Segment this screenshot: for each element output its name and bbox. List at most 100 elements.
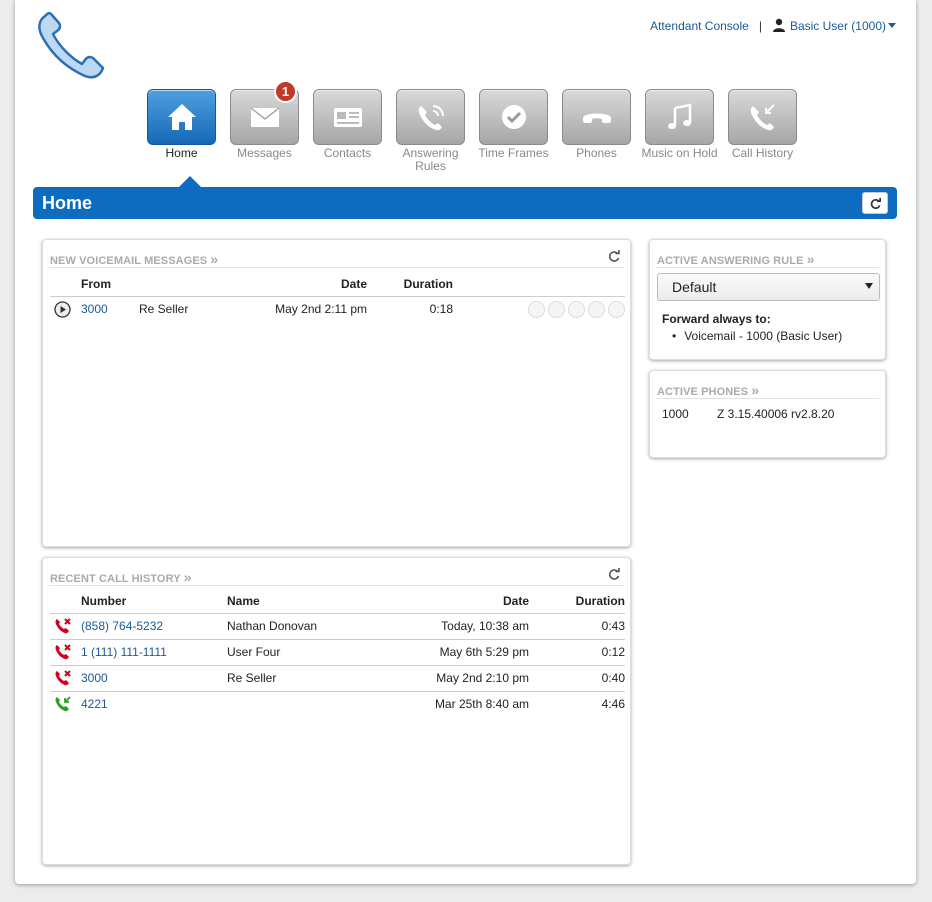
active-phones-title-text: ACTIVE PHONES — [657, 386, 749, 398]
voicemail-title-text: NEW VOICEMAIL MESSAGES — [50, 255, 208, 267]
user-label: Basic User (1000) — [789, 19, 886, 33]
phone-row: 1000 Z 3.15.40006 rv2.8.20 — [662, 407, 834, 421]
raquo-icon: » — [210, 251, 219, 267]
nav-phones[interactable]: Phones — [555, 89, 638, 173]
attendant-console-link[interactable]: Attendant Console — [650, 19, 749, 33]
forward-icon[interactable] — [548, 300, 565, 318]
call-number[interactable]: 4221 — [81, 697, 108, 711]
user-menu[interactable]: Basic User (1000) — [772, 18, 896, 33]
nav-call-history[interactable]: Call History — [721, 89, 804, 173]
phone-extension: 1000 — [662, 407, 689, 421]
nav-time-frames-label: Time Frames — [478, 146, 549, 160]
contact-card-icon — [333, 108, 362, 127]
call-name: Re Seller — [227, 664, 397, 691]
call-history-row[interactable]: (858) 764-5232 Nathan Donovan Today, 10:… — [50, 612, 625, 639]
nav-call-history-label: Call History — [731, 146, 794, 160]
call-history-row[interactable]: 1 (111) 111-1111 User Four May 6th 5:29 … — [50, 638, 625, 665]
nav-answering-rules-button[interactable] — [396, 89, 465, 145]
active-phones-panel: ACTIVE PHONES » 1000 Z 3.15.40006 rv2.8.… — [649, 370, 886, 458]
voicemail-duration: 0:18 — [367, 295, 453, 322]
voicemail-from-name: Re Seller — [139, 295, 239, 322]
missed-call-icon — [55, 644, 71, 660]
voicemail-from-number[interactable]: 3000 — [81, 302, 108, 316]
divider — [656, 398, 879, 399]
top-links: Attendant Console | Basic User (1000) — [650, 18, 896, 33]
call-history-row[interactable]: 4221 Mar 25th 8:40 am 4:46 — [50, 690, 625, 717]
active-phones-panel-title[interactable]: ACTIVE PHONES » — [657, 382, 759, 398]
nav-answering-rules[interactable]: Answering Rules — [389, 89, 472, 173]
missed-call-icon — [55, 670, 71, 686]
download-icon[interactable] — [568, 300, 585, 318]
call-history-panel-title[interactable]: RECENT CALL HISTORY » — [50, 569, 192, 585]
call-back-icon[interactable] — [528, 300, 545, 318]
answering-rule-select[interactable]: Default — [657, 273, 880, 301]
answering-rule-panel: ACTIVE ANSWERING RULE » Default Forward … — [649, 239, 886, 360]
voicemail-date: May 2nd 2:11 pm — [239, 295, 367, 322]
answering-rule-title-text: ACTIVE ANSWERING RULE — [657, 255, 804, 267]
nav-home-button[interactable] — [147, 89, 216, 145]
voicemail-refresh-icon[interactable] — [607, 249, 621, 263]
call-duration: 0:12 — [529, 638, 625, 665]
outgoing-call-icon — [55, 696, 71, 712]
call-date: Today, 10:38 am — [397, 612, 529, 639]
nav-contacts[interactable]: Contacts — [306, 89, 389, 173]
nav-time-frames-button[interactable] — [479, 89, 548, 145]
call-name: Nathan Donovan — [227, 612, 397, 639]
voicemail-panel-title[interactable]: NEW VOICEMAIL MESSAGES » — [50, 251, 218, 267]
refresh-page-button[interactable] — [862, 192, 888, 214]
nav-contacts-button[interactable] — [313, 89, 382, 145]
call-name — [227, 690, 397, 717]
call-number[interactable]: 3000 — [81, 671, 108, 685]
col-name: Name — [227, 593, 260, 608]
play-icon[interactable] — [54, 301, 71, 318]
divider — [49, 267, 624, 268]
call-history-title-text: RECENT CALL HISTORY — [50, 573, 181, 585]
call-number[interactable]: (858) 764-5232 — [81, 619, 163, 633]
nav-messages-label: Messages — [237, 146, 292, 160]
nav-music-on-hold-button[interactable] — [645, 89, 714, 145]
col-duration: Duration — [575, 593, 625, 608]
clock-icon — [501, 105, 526, 129]
call-history-row[interactable]: 3000 Re Seller May 2nd 2:10 pm 0:40 — [50, 664, 625, 691]
call-duration: 4:46 — [529, 690, 625, 717]
voicemail-actions — [453, 300, 625, 318]
col-duration: Duration — [403, 276, 453, 291]
handset-icon — [582, 113, 611, 123]
nav-time-frames[interactable]: Time Frames — [472, 89, 555, 173]
call-history-icon — [750, 104, 775, 131]
chevron-down-icon — [888, 23, 896, 28]
nav-music-on-hold[interactable]: Music on Hold — [638, 89, 721, 173]
page-title: Home — [42, 193, 93, 213]
voicemail-row[interactable]: 3000 Re Seller May 2nd 2:11 pm 0:18 — [50, 295, 625, 322]
nav-music-on-hold-label: Music on Hold — [641, 146, 718, 160]
call-duration: 0:40 — [529, 664, 625, 691]
call-date: May 2nd 2:10 pm — [397, 664, 529, 691]
delete-icon[interactable] — [608, 300, 625, 318]
nav-home-label: Home — [165, 146, 198, 160]
main-nav: Home 1 Messages Contacts Answering Rules — [140, 80, 804, 173]
nav-home[interactable]: Home — [140, 89, 223, 173]
call-history-refresh-icon[interactable] — [607, 567, 621, 581]
save-icon[interactable] — [588, 300, 605, 318]
raquo-icon: » — [183, 569, 192, 585]
nav-call-history-button[interactable] — [728, 89, 797, 145]
play-cell — [50, 295, 81, 322]
page-title-bar: Home — [33, 176, 897, 219]
col-date: Date — [340, 276, 367, 291]
nav-phones-button[interactable] — [562, 89, 631, 145]
top-links-separator: | — [758, 18, 762, 33]
page-container: Attendant Console | Basic User (1000) Ho… — [15, 0, 916, 884]
voicemail-panel: NEW VOICEMAIL MESSAGES » From Date Durat… — [42, 239, 631, 547]
call-name: User Four — [227, 638, 397, 665]
call-history-panel: RECENT CALL HISTORY » Number Name Date D… — [42, 557, 631, 865]
forward-target: Voicemail - 1000 (Basic User) — [672, 329, 842, 343]
voicemail-table: From Date Duration 3000 Re Seller May 2n… — [50, 272, 625, 322]
envelope-icon — [250, 107, 279, 127]
nav-messages[interactable]: 1 Messages — [223, 80, 306, 173]
call-number[interactable]: 1 (111) 111-1111 — [81, 645, 167, 659]
raquo-icon: » — [806, 251, 815, 267]
forward-label: Forward always to: — [662, 312, 771, 326]
music-note-icon — [667, 103, 691, 129]
answering-rule-panel-title[interactable]: ACTIVE ANSWERING RULE » — [657, 251, 815, 267]
nav-contacts-label: Contacts — [323, 146, 372, 160]
